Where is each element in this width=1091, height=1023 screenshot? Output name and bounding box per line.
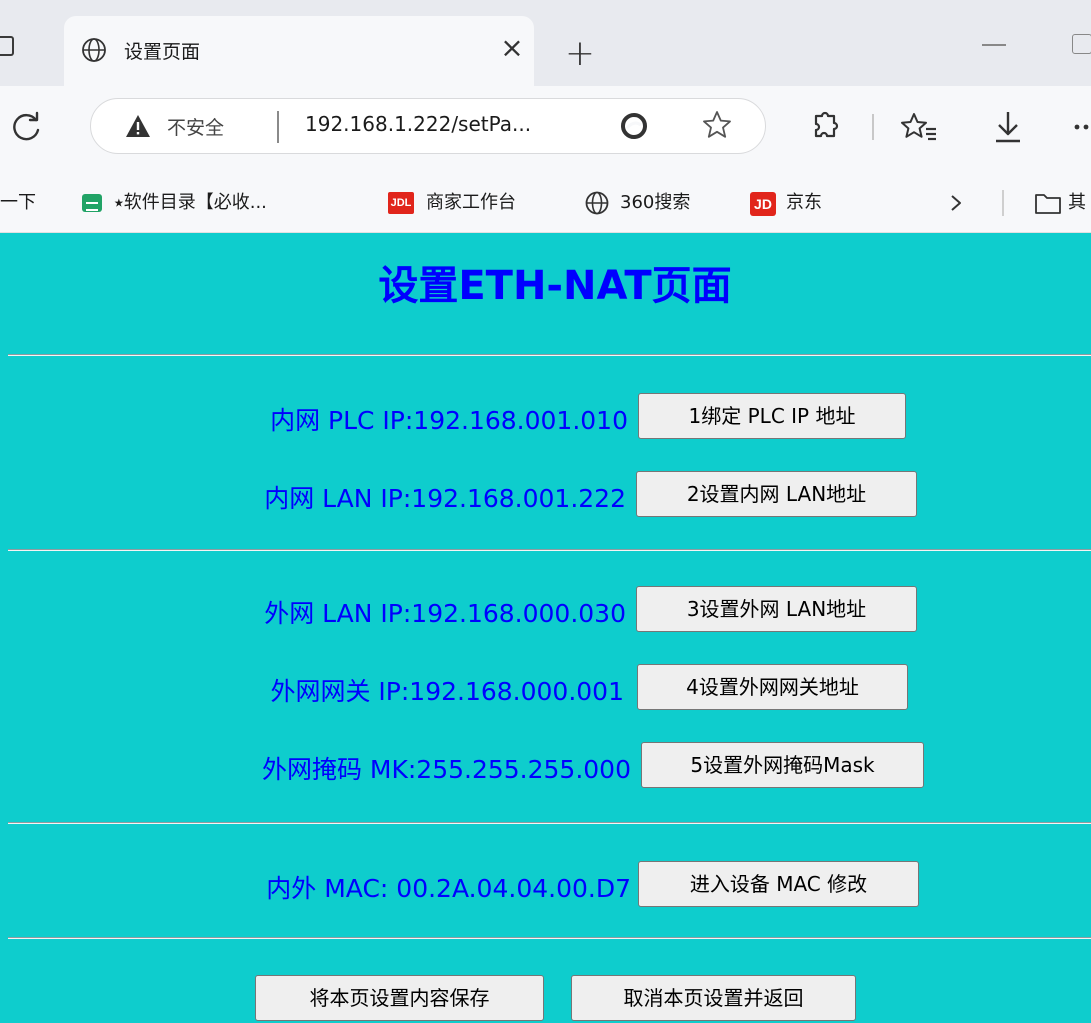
- bookmark-jd[interactable]: 京东: [786, 188, 822, 214]
- folder-icon[interactable]: [1034, 191, 1062, 215]
- inner-lan-ip-label: 内网 LAN IP:192.168.001.222: [264, 484, 626, 513]
- divider: [8, 937, 1091, 939]
- set-inner-lan-button[interactable]: 2设置内网 LAN地址: [636, 471, 917, 517]
- set-outer-mask-button[interactable]: 5设置外网掩码Mask: [641, 742, 924, 788]
- save-settings-button[interactable]: 将本页设置内容保存: [255, 975, 544, 1021]
- bookmark-partial[interactable]: 一下: [0, 188, 36, 214]
- bookmark-merchant-workbench[interactable]: 商家工作台: [426, 188, 516, 214]
- divider: [277, 111, 279, 143]
- divider: [872, 114, 874, 140]
- outer-lan-ip-row: 外网 LAN IP:192.168.000.030 3设置外网 LAN地址: [0, 586, 1091, 634]
- bind-plc-ip-button[interactable]: 1绑定 PLC IP 地址: [638, 393, 906, 439]
- bookmark-software-catalog[interactable]: ⭑软件目录【必收...: [114, 188, 267, 214]
- outer-lan-ip-label: 外网 LAN IP:192.168.000.030: [264, 599, 626, 628]
- favorites-icon[interactable]: [900, 108, 938, 146]
- url-text[interactable]: 192.168.1.222/setPa...: [305, 112, 531, 136]
- plc-ip-row: 内网 PLC IP:192.168.001.010 1绑定 PLC IP 地址: [0, 393, 1091, 441]
- tab-title: 设置页面: [124, 41, 201, 63]
- tab-actions-icon[interactable]: [0, 36, 14, 56]
- divider: [1002, 190, 1004, 216]
- divider: [8, 354, 1091, 356]
- jd-icon: JD: [750, 192, 776, 216]
- bookmark-360-search[interactable]: 360搜索: [620, 188, 690, 214]
- divider: [8, 822, 1091, 824]
- mac-row: 内外 MAC: 00.2A.04.04.00.D7 进入设备 MAC 修改: [0, 861, 1091, 909]
- mac-label: 内外 MAC: 00.2A.04.04.00.D7: [266, 874, 631, 903]
- maximize-icon[interactable]: [1072, 34, 1091, 54]
- browser-window: 设置页面 × + 不安全 192.168.1.222/setPa... 一下 ⭑…: [0, 0, 1091, 1023]
- outer-gateway-ip-label: 外网网关 IP:192.168.000.001: [270, 677, 624, 706]
- set-outer-gateway-button[interactable]: 4设置外网网关地址: [637, 664, 908, 710]
- enter-mac-edit-button[interactable]: 进入设备 MAC 修改: [638, 861, 919, 907]
- immersive-reader-icon[interactable]: [619, 111, 649, 141]
- more-icon[interactable]: [1074, 124, 1091, 130]
- reload-icon[interactable]: [6, 108, 46, 148]
- new-tab-button[interactable]: +: [560, 34, 600, 74]
- divider: [8, 549, 1091, 551]
- globe-icon: [82, 38, 106, 62]
- tab-active[interactable]: 设置页面 ×: [64, 16, 534, 86]
- inner-lan-ip-row: 内网 LAN IP:192.168.001.222 2设置内网 LAN地址: [0, 471, 1091, 519]
- warning-icon[interactable]: [125, 113, 151, 139]
- security-label[interactable]: 不安全: [167, 113, 224, 140]
- minimize-icon[interactable]: [982, 44, 1006, 46]
- page-title: 设置ETH-NAT页面: [378, 263, 732, 309]
- set-outer-lan-button[interactable]: 3设置外网 LAN地址: [636, 586, 917, 632]
- sheet-icon: [82, 194, 102, 212]
- plc-ip-label: 内网 PLC IP:192.168.001.010: [270, 406, 628, 435]
- globe-icon: [585, 191, 609, 215]
- jdl-icon: JDL: [388, 192, 414, 214]
- favorite-star-icon[interactable]: [701, 109, 733, 141]
- bookmarks-bar: 一下 ⭑软件目录【必收... JDL 商家工作台 360搜索 JD 京东 其: [0, 170, 1091, 233]
- outer-mask-row: 外网掩码 MK:255.255.255.000 5设置外网掩码Mask: [0, 742, 1091, 790]
- outer-mask-label: 外网掩码 MK:255.255.255.000: [261, 755, 631, 784]
- downloads-icon[interactable]: [990, 108, 1026, 146]
- address-bar[interactable]: 不安全 192.168.1.222/setPa...: [90, 98, 766, 154]
- bookmark-partial[interactable]: 其: [1068, 188, 1086, 214]
- page-content: 设置ETH-NAT页面 内网 PLC IP:192.168.001.010 1绑…: [0, 233, 1091, 1023]
- outer-gateway-ip-row: 外网网关 IP:192.168.000.001 4设置外网网关地址: [0, 664, 1091, 712]
- extensions-icon[interactable]: [806, 108, 842, 144]
- cancel-and-return-button[interactable]: 取消本页设置并返回: [571, 975, 856, 1021]
- tab-strip: 设置页面 × +: [0, 0, 1091, 86]
- chevron-right-icon[interactable]: [948, 194, 964, 212]
- close-tab-icon[interactable]: ×: [494, 30, 530, 66]
- browser-toolbar: 不安全 192.168.1.222/setPa...: [0, 86, 1091, 170]
